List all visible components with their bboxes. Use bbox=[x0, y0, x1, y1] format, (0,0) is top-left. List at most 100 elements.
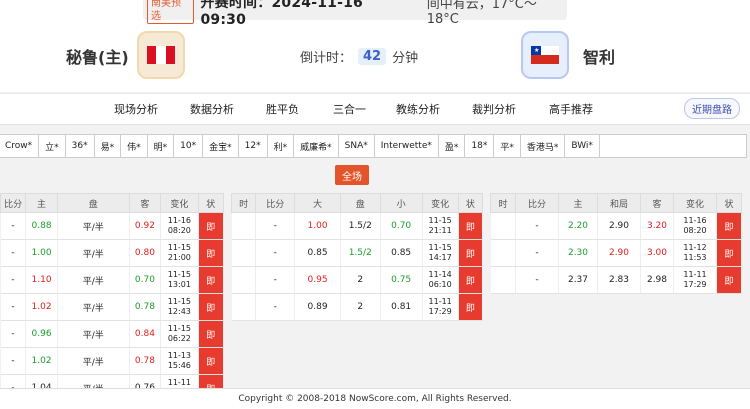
table-header-row: 时 比分 主 和局 客 变化 状 bbox=[490, 193, 742, 213]
home-team-flag[interactable] bbox=[137, 31, 185, 79]
bookmaker-tab[interactable]: 明* bbox=[148, 135, 175, 157]
change-time: 11-1117:29 bbox=[422, 293, 459, 321]
score-cell: - bbox=[0, 266, 27, 294]
bookmaker-tab[interactable]: 易* bbox=[95, 135, 122, 157]
bookmaker-tab[interactable]: 盈* bbox=[439, 135, 466, 157]
league-tag[interactable]: 南美预选 bbox=[147, 0, 195, 24]
bookmaker-tab[interactable]: 立* bbox=[39, 135, 66, 157]
match-info-bar: 南美预选 开赛时间：2024-11-16 09:30 间中有云，17°C～18°… bbox=[143, 0, 567, 28]
nav-referee-analysis[interactable]: 裁判分析 bbox=[472, 101, 516, 117]
home-odds-cell: 1.02 bbox=[25, 347, 58, 375]
home-odds-cell: 1.02 bbox=[25, 293, 58, 321]
under-odds-cell: 0.85 bbox=[380, 239, 423, 267]
bookmaker-tab[interactable]: SNA* bbox=[339, 135, 375, 157]
away-odds-cell: 3.20 bbox=[640, 212, 674, 240]
change-time: 11-15 14:17 bbox=[422, 239, 459, 267]
bookmaker-tab[interactable]: 威廉希* bbox=[294, 135, 339, 157]
change-date: 11-15 bbox=[167, 297, 191, 306]
bookmaker-tab[interactable]: 平* bbox=[494, 135, 521, 157]
nav-data-analysis[interactable]: 数据分析 bbox=[190, 101, 234, 117]
score-cell: - bbox=[515, 266, 559, 294]
nav-live-analysis[interactable]: 现场分析 bbox=[114, 101, 158, 117]
over-odds-cell: 1.00 bbox=[294, 212, 341, 240]
col-home: 主 bbox=[558, 193, 598, 213]
away-odds-cell: 3.00 bbox=[640, 239, 674, 267]
status-button[interactable]: 即 bbox=[198, 239, 225, 267]
col-away: 客 bbox=[128, 193, 162, 213]
status-button[interactable]: 即 bbox=[716, 212, 742, 240]
under-odds-cell: 0.81 bbox=[380, 293, 423, 321]
col-home: 主 bbox=[25, 193, 58, 213]
status-button[interactable]: 即 bbox=[458, 212, 484, 240]
away-team-flag[interactable]: ★ bbox=[521, 31, 569, 79]
bookmaker-tab[interactable]: Crow* bbox=[0, 135, 40, 157]
change-date: 11-11 bbox=[683, 270, 707, 279]
time-cell bbox=[231, 293, 257, 321]
nav-expert-tips[interactable]: 高手推荐 bbox=[549, 101, 593, 117]
change-date: 11-16 bbox=[167, 216, 191, 225]
home-odds-cell: 0.96 bbox=[25, 320, 58, 348]
bookmaker-tab[interactable]: 36* bbox=[66, 135, 95, 157]
status-button[interactable]: 即 bbox=[198, 212, 225, 240]
nav-three-in-one[interactable]: 三合一 bbox=[333, 101, 366, 117]
change-date: 11-15 bbox=[167, 270, 191, 279]
status-button[interactable]: 即 bbox=[198, 293, 225, 321]
change-time: 11-15 21:00 bbox=[160, 239, 199, 267]
change-date: 11-12 bbox=[683, 243, 707, 252]
status-button[interactable]: 即 bbox=[458, 239, 484, 267]
table-header-row: 比分 主 盘 客 变化 状 bbox=[0, 193, 225, 213]
bookmaker-tab[interactable]: 金宝* bbox=[203, 135, 239, 157]
nav-win-draw-loss[interactable]: 胜平负 bbox=[266, 101, 299, 117]
table-row: -1.02 平/半 0.78 11-13 15:46 即 bbox=[0, 347, 225, 375]
away-odds-cell: 0.78 bbox=[129, 293, 162, 321]
under-odds-cell: 0.70 bbox=[380, 212, 423, 240]
line-cell: 平/半 bbox=[57, 347, 130, 375]
change-time: 11-15 13:01 bbox=[160, 266, 199, 294]
home-team-name[interactable]: 秘鲁(主) bbox=[66, 44, 129, 68]
recent-handicap-button[interactable]: 近期盘路 bbox=[684, 98, 740, 119]
bookmaker-tab[interactable]: 12* bbox=[239, 135, 268, 157]
status-button[interactable]: 即 bbox=[198, 347, 225, 375]
time-cell bbox=[231, 266, 257, 294]
status-button[interactable]: 即 bbox=[458, 266, 484, 294]
col-over: 大 bbox=[294, 193, 341, 213]
change-clock: 12:43 bbox=[167, 307, 191, 316]
bookmaker-tab[interactable]: 利* bbox=[268, 135, 295, 157]
change-time: 11-16 08:20 bbox=[160, 212, 199, 240]
full-match-button[interactable]: 全场 bbox=[335, 165, 369, 185]
chile-flag-icon: ★ bbox=[531, 46, 559, 64]
bookmaker-tab[interactable]: 香港马* bbox=[521, 135, 566, 157]
table-row: -2.37 2.83 2.98 11-11 17:29 即 bbox=[490, 266, 742, 294]
score-cell: - bbox=[255, 266, 296, 294]
change-time: 11-14 06:10 bbox=[422, 266, 459, 294]
bookmaker-tab[interactable]: 伟* bbox=[121, 135, 148, 157]
analysis-nav: 现场分析 数据分析 胜平负 三合一 教练分析 裁判分析 高手推荐 近期盘路 bbox=[0, 93, 750, 125]
away-team-name[interactable]: 智利 bbox=[583, 44, 615, 68]
col-change: 变化 bbox=[673, 193, 717, 213]
col-line: 盘 bbox=[339, 193, 381, 213]
status-button[interactable]: 即 bbox=[458, 293, 484, 321]
bookmaker-tab[interactable]: BWi* bbox=[565, 135, 600, 157]
over-odds-cell: 0.85 bbox=[294, 239, 341, 267]
over-odds-cell: 0.89 bbox=[294, 293, 341, 321]
bookmaker-tab[interactable]: 18* bbox=[465, 135, 495, 157]
bookmaker-tab[interactable]: 10* bbox=[174, 135, 204, 157]
table-row: -0.95 2 0.75 11-14 06:10 即 bbox=[231, 266, 484, 294]
status-button[interactable]: 即 bbox=[716, 239, 742, 267]
peru-flag-icon bbox=[147, 46, 175, 64]
status-button[interactable]: 即 bbox=[716, 266, 742, 294]
bookmaker-tab[interactable]: Interwette* bbox=[375, 135, 439, 157]
status-button[interactable]: 即 bbox=[198, 266, 225, 294]
col-change: 变化 bbox=[421, 193, 459, 213]
change-clock: 17:29 bbox=[428, 307, 452, 316]
line-cell: 平/半 bbox=[57, 239, 130, 267]
table-row: -1.02 平/半 0.78 11-15 12:43 即 bbox=[0, 293, 225, 321]
status-button[interactable]: 即 bbox=[198, 320, 225, 348]
score-cell: - bbox=[0, 293, 27, 321]
nav-coach-analysis[interactable]: 教练分析 bbox=[396, 101, 440, 117]
col-line: 盘 bbox=[56, 193, 130, 213]
change-time: 11-13 15:46 bbox=[160, 347, 199, 375]
change-clock: 08:20 bbox=[683, 226, 707, 235]
line-cell: 2 bbox=[340, 266, 381, 294]
change-date: 11-14 bbox=[428, 270, 452, 279]
